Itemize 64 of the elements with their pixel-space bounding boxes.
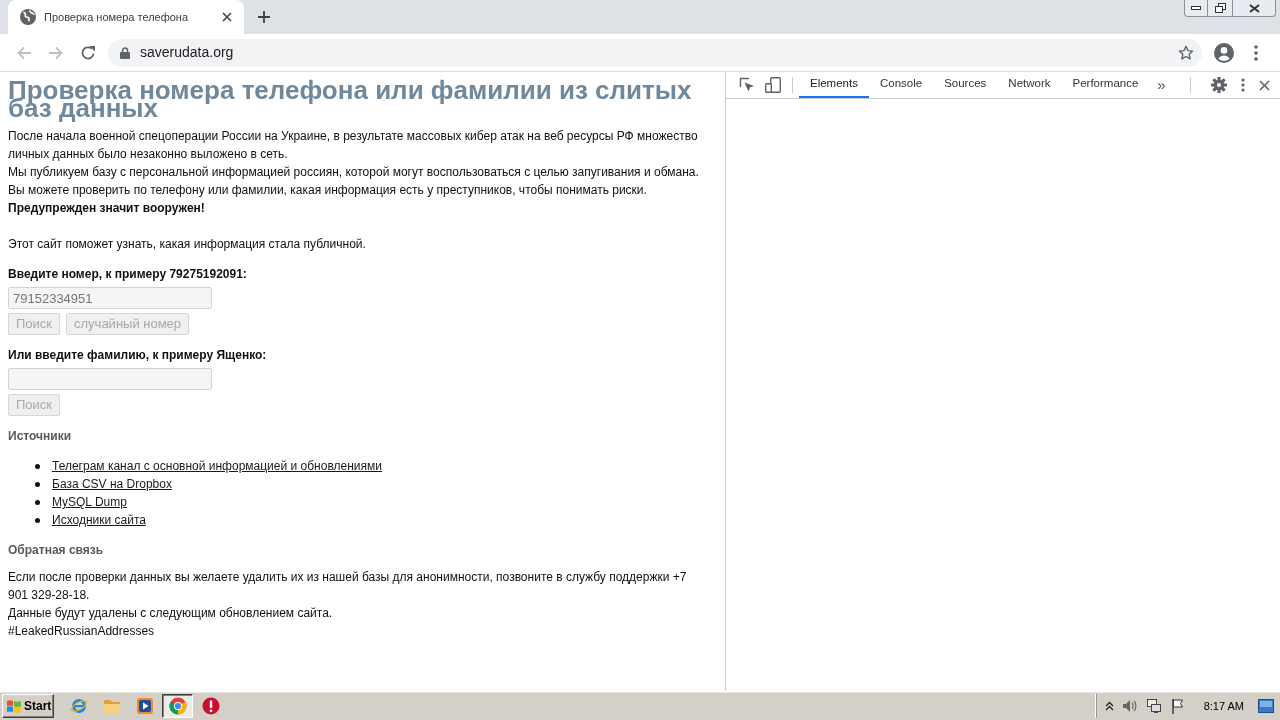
reload-icon[interactable] [80,44,96,61]
taskbar-button[interactable] [162,694,193,718]
start-button[interactable]: Start [2,694,54,718]
source-link[interactable]: Исходники сайта [52,511,146,529]
section-heading: Обратная связь [8,542,105,559]
intro-paragraph: Мы публикуем базу с персональной информацией россиян, которой могут воспользоваться с целью запугивания и обмана. [8,164,700,181]
tab-title: Проверка номера телефона [44,9,190,25]
devtools-tab[interactable]: Network [997,72,1062,98]
globe-icon [20,9,36,25]
menu-icon[interactable] [1254,44,1258,61]
speaker-icon[interactable] [1121,698,1138,714]
devtools-tab[interactable]: Performance [1061,72,1150,98]
inspect-icon[interactable] [739,77,755,93]
close-icon[interactable] [222,12,232,22]
url-text: saverudata.org [140,43,235,62]
devtools-tab[interactable]: Console [868,72,934,98]
field-label: Или введите фамилию, к примеру Ященко: [8,347,268,364]
tricolor-circle-icon [168,697,187,715]
field-label: Введите номер, к примеру 79275192091: [8,266,248,283]
flag-icon[interactable] [1169,698,1186,714]
network-icon[interactable] [1145,698,1162,714]
minimize-button[interactable] [1184,0,1208,17]
play-icon [135,697,154,715]
close-icon [1248,3,1260,13]
alert-circle-icon [201,697,220,715]
show-desktop-icon[interactable] [1258,699,1274,713]
feedback-paragraph: Если после проверки данных вы желаете удалить их из нашей базы для анонимности, позвоните в службу поддержки +7 901 329-28-18. [8,569,688,604]
bullet-icon [35,517,40,523]
intro-paragraph: После начала военной спецоперации России на Украине, в результате массовых кибер атак на веб ресурсы РФ множество личных данных было незаконно выложено в сеть. [8,128,699,163]
plus-icon[interactable] [258,11,270,23]
browser-tab[interactable]: Проверка номера телефона [8,0,244,34]
bullet-icon [35,481,40,487]
source-link[interactable]: MySQL Dump [52,493,127,511]
close-icon[interactable] [1259,79,1270,91]
bullet-icon [35,463,40,469]
page-heading: Проверка номера телефона или фамилии из слитых баз данных [8,75,693,123]
note-text: Этот сайт поможет узнать, какая информация стала публичной. [8,236,367,253]
section-heading: Источники [8,428,73,445]
menu-icon[interactable] [1241,78,1245,92]
warning-text: Предупрежден значит вооружен! [8,200,206,217]
source-link[interactable]: Телеграм канал с основной информацией и обновлениями [52,457,382,475]
star-icon[interactable] [1178,44,1194,61]
restore-button[interactable] [1208,0,1233,17]
feedback-paragraph: #LeakedRussianAddresses [8,623,156,640]
more-tabs-button[interactable]: » [1149,72,1174,98]
lock-icon [120,46,130,59]
devtools-tab[interactable]: Elements [799,72,869,98]
ring-orbit-icon [69,697,88,715]
restore-icon [1214,3,1226,13]
logo-icon [6,698,22,714]
device-icon[interactable] [765,77,781,93]
profile-icon[interactable] [1214,42,1234,63]
clock-text[interactable]: 8:17 AM [1203,697,1244,715]
feedback-paragraph: Данные будут удалены с следующим обновлением сайта. [8,605,334,622]
close-button[interactable] [1233,0,1276,17]
bullet-icon [35,499,40,505]
settings-icon[interactable] [1211,77,1227,93]
source-link[interactable]: База CSV на Dropbox [52,475,172,493]
devtools-tab[interactable]: Sources [933,72,998,98]
address-bar[interactable]: saverudata.org [108,38,1202,67]
minimize-icon [1191,6,1201,10]
intro-paragraph: Вы можете проверить по телефону или фамилии, какая информация есть у преступников, чтобы понимать риски. [8,182,648,199]
chevron-up-icon[interactable] [1104,701,1114,711]
folder-icon [102,697,121,715]
